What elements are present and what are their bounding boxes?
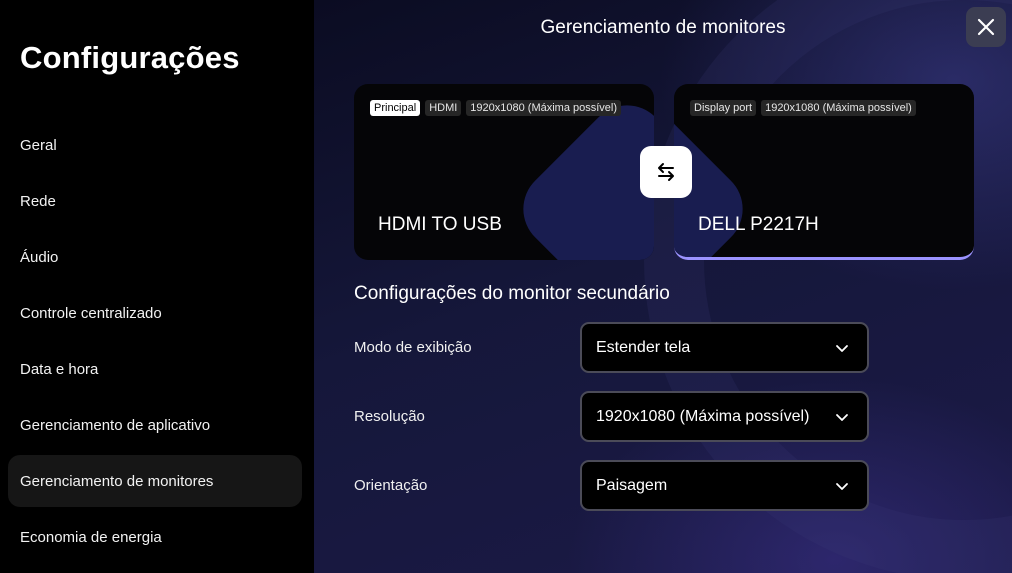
swap-arrows-icon xyxy=(658,163,674,181)
resolution-badge: 1920x1080 (Máxima possível) xyxy=(761,100,916,116)
page-title: Gerenciamento de monitores xyxy=(540,17,786,38)
close-button[interactable] xyxy=(966,7,1006,47)
sidebar-item-geral[interactable]: Geral xyxy=(8,119,302,171)
orientation-select[interactable]: Paisagem xyxy=(580,460,869,511)
orientation-value: Paisagem xyxy=(596,476,668,494)
orientation-label: Orientação xyxy=(354,477,428,494)
monitor-card-secondary[interactable]: Display port 1920x1080 (Máxima possível)… xyxy=(674,84,974,260)
primary-badge: Principal xyxy=(370,100,421,116)
display-mode-value: Estender tela xyxy=(596,338,691,356)
monitor-name: DELL P2217H xyxy=(698,214,819,235)
resolution-label: Resolução xyxy=(354,408,425,425)
monitor-name: HDMI TO USB xyxy=(378,214,502,235)
resolution-select[interactable]: 1920x1080 (Máxima possível) xyxy=(580,391,869,442)
monitor-card-primary[interactable]: Principal HDMI 1920x1080 (Máxima possíve… xyxy=(354,84,654,260)
main-panel: Gerenciamento de monitores Principal HDM… xyxy=(314,0,1012,573)
display-mode-label: Modo de exibição xyxy=(354,339,472,356)
chevron-down-icon xyxy=(836,345,848,352)
connection-badge: HDMI xyxy=(425,100,462,116)
display-mode-select[interactable]: Estender tela xyxy=(580,322,869,373)
section-title: Configurações do monitor secundário xyxy=(354,283,670,304)
sidebar: Configurações Geral Rede Áudio Controle … xyxy=(0,0,314,573)
sidebar-item-controle-centralizado[interactable]: Controle centralizado xyxy=(8,287,302,339)
sidebar-item-gerenciamento-de-aplicativo[interactable]: Gerenciamento de aplicativo xyxy=(8,399,302,451)
resolution-badge: 1920x1080 (Máxima possível) xyxy=(466,100,622,116)
chevron-down-icon xyxy=(836,483,848,490)
sidebar-item-rede[interactable]: Rede xyxy=(8,175,302,227)
monitor-badges: Display port 1920x1080 (Máxima possível) xyxy=(690,100,916,116)
connection-badge: Display port xyxy=(690,100,757,116)
sidebar-item-data-e-hora[interactable]: Data e hora xyxy=(8,343,302,395)
close-icon xyxy=(977,18,995,36)
sidebar-nav: Geral Rede Áudio Controle centralizado D… xyxy=(8,119,302,567)
resolution-value: 1920x1080 (Máxima possível) xyxy=(596,407,810,425)
swap-monitors-button[interactable] xyxy=(640,146,692,198)
sidebar-item-gerenciamento-de-monitores[interactable]: Gerenciamento de monitores xyxy=(8,455,302,507)
sidebar-item-audio[interactable]: Áudio xyxy=(8,231,302,283)
sidebar-title: Configurações xyxy=(20,40,240,75)
sidebar-item-economia-de-energia[interactable]: Economia de energia xyxy=(8,511,302,563)
chevron-down-icon xyxy=(836,414,848,421)
monitor-badges: Principal HDMI 1920x1080 (Máxima possíve… xyxy=(370,100,622,116)
